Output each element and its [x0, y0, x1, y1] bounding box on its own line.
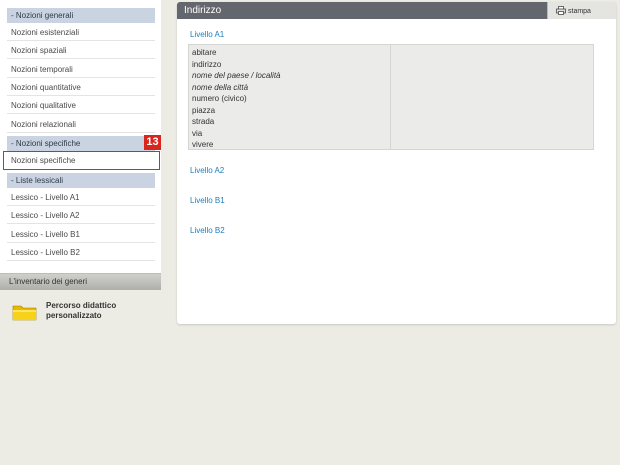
sidebar-item-nozioni-quantitative[interactable]: Nozioni quantitative — [7, 79, 155, 96]
level-a1-link[interactable]: Livello A1 — [190, 30, 224, 39]
sidebar-item-nozioni-esistenziali[interactable]: Nozioni esistenziali — [7, 24, 155, 41]
word-item: vivere — [192, 140, 214, 149]
section-header-nozioni-generali[interactable]: - Nozioni generali — [7, 8, 155, 23]
word-table: abitare indirizzo nome del paese / local… — [188, 44, 594, 150]
word-item: indirizzo — [192, 59, 222, 69]
sidebar: - Nozioni generali Nozioni esistenziali … — [0, 0, 161, 290]
sidebar-item-nozioni-spaziali[interactable]: Nozioni spaziali — [7, 42, 155, 59]
word-item: abitare — [192, 48, 217, 57]
sidebar-item-nozioni-temporali[interactable]: Nozioni temporali — [7, 61, 155, 78]
print-button[interactable]: stampa — [547, 2, 616, 19]
section-header-nozioni-specifiche[interactable]: - Nozioni specifiche — [7, 136, 155, 151]
sidebar-item-lessico-b2[interactable]: Lessico - Livello B2 — [7, 244, 155, 261]
sidebar-item-lessico-b1[interactable]: Lessico - Livello B1 — [7, 226, 155, 243]
percorso-label: Percorso didattico personalizzato — [46, 301, 117, 320]
level-b1-link[interactable]: Livello B1 — [190, 196, 225, 205]
word-item: via — [192, 128, 203, 138]
folder-icon — [12, 305, 37, 321]
word-list: abitare indirizzo nome del paese / local… — [189, 45, 391, 149]
sidebar-item-lessico-a2[interactable]: Lessico - Livello A2 — [7, 207, 155, 224]
inventory-bar[interactable]: L'inventario dei generi — [0, 273, 161, 290]
word-item: strada — [192, 117, 215, 126]
level-b2-link[interactable]: Livello B2 — [190, 226, 225, 235]
main-header: Indirizzo stampa — [177, 2, 616, 19]
sidebar-item-nozioni-relazionali[interactable]: Nozioni relazionali — [7, 116, 155, 133]
section-header-liste-lessicali[interactable]: - Liste lessicali — [7, 173, 155, 188]
printer-icon — [556, 6, 566, 15]
sidebar-item-lessico-a1[interactable]: Lessico - Livello A1 — [7, 189, 155, 206]
percorso-link[interactable]: Percorso didattico personalizzato — [9, 298, 159, 328]
step-badge: 13 — [144, 135, 161, 150]
level-a2-link[interactable]: Livello A2 — [190, 166, 224, 175]
page-title: Indirizzo — [184, 5, 222, 16]
print-label: stampa — [568, 8, 591, 15]
sidebar-item-nozioni-qualitative[interactable]: Nozioni qualitative — [7, 97, 155, 114]
word-item: nome del paese / località — [192, 71, 281, 80]
sidebar-item-nozioni-specifiche[interactable]: Nozioni specifiche — [3, 151, 160, 170]
word-item: numero (civico) — [192, 94, 247, 103]
main-panel: Indirizzo stampa Livello A1 abitare indi… — [177, 2, 616, 324]
word-item: nome della città — [192, 82, 249, 92]
word-item: piazza — [192, 105, 216, 115]
